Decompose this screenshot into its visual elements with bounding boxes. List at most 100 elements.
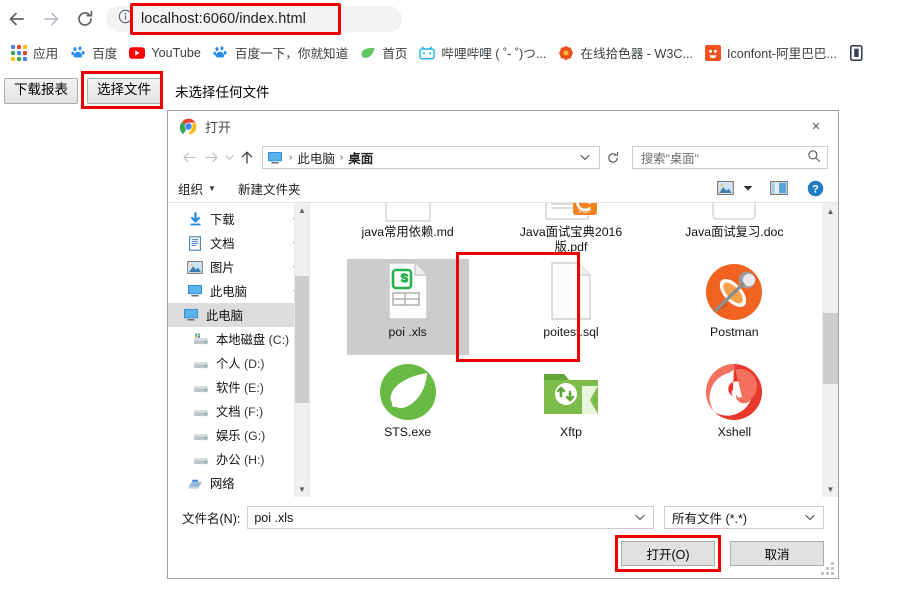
- view-icon[interactable]: [712, 177, 738, 199]
- drive-letter: (H:): [244, 453, 265, 467]
- bookmark-iconfont[interactable]: Iconfont-阿里巴巴...: [699, 41, 843, 65]
- address-bar[interactable]: localhost:6060/index.html: [106, 5, 402, 32]
- bookmark-label: YouTube: [151, 45, 201, 60]
- breadcrumb[interactable]: › 此电脑 › 桌面: [262, 146, 600, 169]
- network-icon: [186, 475, 204, 491]
- back-button[interactable]: [0, 2, 34, 36]
- bookmark-baidu[interactable]: 百度: [64, 41, 123, 65]
- file-item-pdf[interactable]: PDF Java面试宝典2016版.pdf: [489, 203, 652, 257]
- tree-item-drive-g[interactable]: 娱乐 (G:): [168, 423, 309, 447]
- doc-file-icon: [703, 203, 765, 223]
- preview-pane-icon[interactable]: [766, 177, 792, 199]
- file-item-postman[interactable]: Postman: [653, 257, 816, 357]
- breadcrumb-part-this-pc[interactable]: 此电脑: [295, 148, 337, 167]
- reload-button[interactable]: [68, 2, 102, 36]
- bookmark-overflow[interactable]: [843, 41, 871, 65]
- bookmark-apps[interactable]: 应用: [5, 41, 64, 65]
- tree-item-network[interactable]: 网络: [168, 471, 309, 495]
- tree-item-label: 软件 (E:): [216, 378, 264, 396]
- file-item-doc[interactable]: Java面试复习.doc: [653, 203, 816, 257]
- file-item-xftp[interactable]: Xftp: [489, 357, 652, 457]
- scroll-up-icon[interactable]: ▲: [827, 203, 835, 219]
- file-scroll-track[interactable]: [822, 219, 838, 481]
- scroll-down-icon[interactable]: ▼: [298, 482, 306, 497]
- xls-file-icon: [377, 261, 439, 323]
- bookmark-baidu-search[interactable]: 百度一下，你就知道: [207, 41, 354, 65]
- breadcrumb-separator: ›: [289, 152, 293, 163]
- file-type-value: 所有文件 (*.*): [672, 512, 748, 526]
- drive-name: 文档: [216, 405, 241, 419]
- tree-item-this-pc-quick[interactable]: 此电脑: [168, 279, 309, 303]
- tree-scroll-thumb[interactable]: [294, 276, 309, 403]
- file-list-scrollbar[interactable]: ▲ ▼: [822, 203, 838, 497]
- dialog-back-icon[interactable]: [178, 146, 200, 170]
- tree-item-label: 本地磁盘 (C:): [216, 330, 289, 348]
- file-item-sts[interactable]: STS.exe: [326, 357, 489, 457]
- bookmark-youtube[interactable]: YouTube: [123, 41, 207, 65]
- drive-name: 办公: [216, 453, 241, 467]
- up-one-level-icon[interactable]: [236, 146, 258, 170]
- file-name: poi .xls: [388, 325, 427, 339]
- scroll-up-icon[interactable]: ▲: [298, 203, 306, 218]
- tree-item-this-pc[interactable]: 此电脑: [168, 303, 309, 327]
- breadcrumb-separator: ›: [339, 152, 344, 163]
- bookmark-label: 百度一下，你就知道: [234, 47, 349, 61]
- upload-form: 下载报表 选择文件 未选择任何文件: [4, 71, 270, 109]
- tree-item-drive-f[interactable]: 文档 (F:): [168, 399, 309, 423]
- tree-item-drive-c[interactable]: 本地磁盘 (C:): [168, 327, 309, 351]
- tree-item-drive-h[interactable]: 办公 (H:): [168, 447, 309, 471]
- help-icon[interactable]: ?: [802, 177, 828, 199]
- choose-file-button[interactable]: 选择文件: [87, 78, 161, 104]
- dialog-forward-icon[interactable]: [200, 146, 222, 170]
- drive-name: 本地磁盘: [216, 333, 266, 347]
- file-item-sql[interactable]: poitest.sql: [489, 257, 652, 357]
- open-button[interactable]: 打开(O): [621, 541, 715, 566]
- pictures-icon: [186, 259, 204, 275]
- file-item-xls[interactable]: poi .xls: [326, 257, 489, 357]
- forward-button[interactable]: [34, 2, 68, 36]
- close-icon[interactable]: ×: [794, 111, 838, 141]
- tree-item-pictures[interactable]: 图片: [168, 255, 309, 279]
- scroll-down-icon[interactable]: ▼: [827, 481, 835, 497]
- tree-item-drive-e[interactable]: 软件 (E:): [168, 375, 309, 399]
- file-type-filter[interactable]: 所有文件 (*.*): [664, 506, 824, 529]
- youtube-icon: [129, 45, 146, 61]
- new-folder-button[interactable]: 新建文件夹: [238, 179, 301, 198]
- drive-name: 软件: [216, 381, 241, 395]
- bookmark-color-picker[interactable]: 在线拾色器 - W3C...: [552, 41, 699, 65]
- download-report-button[interactable]: 下载报表: [4, 78, 78, 104]
- file-name: STS.exe: [384, 425, 432, 439]
- tree-items: 下载 文档 图片 此电脑 此电脑 本地磁盘 (C:) 个人 (D:) 软件 (E…: [168, 203, 309, 495]
- file-input-group: 选择文件: [81, 71, 163, 109]
- file-item-md[interactable]: java常用依赖.md: [326, 203, 489, 257]
- chevron-down-icon[interactable]: [574, 152, 596, 164]
- tree-scrollbar[interactable]: ▲ ▼: [294, 203, 309, 497]
- xftp-icon: [540, 361, 602, 423]
- tree-item-drive-d[interactable]: 个人 (D:): [168, 351, 309, 375]
- organize-menu[interactable]: 组织 ▼: [178, 179, 216, 198]
- drive-letter: (E:): [244, 381, 264, 395]
- tree-scroll-track[interactable]: [294, 218, 309, 482]
- filename-input[interactable]: poi .xls: [247, 506, 654, 529]
- resize-grip[interactable]: [821, 562, 834, 575]
- tree-item-downloads[interactable]: 下载: [168, 207, 309, 231]
- search-input[interactable]: 搜索"桌面": [632, 146, 828, 169]
- file-item-xshell[interactable]: Xshell: [653, 357, 816, 457]
- organize-label: 组织: [178, 182, 204, 197]
- color-picker-icon: [558, 45, 574, 61]
- refresh-icon[interactable]: [602, 146, 624, 169]
- search-icon: [807, 149, 821, 166]
- chevron-down-icon[interactable]: [629, 512, 651, 524]
- bookmark-label: 首页: [382, 47, 408, 61]
- breadcrumb-part-desktop[interactable]: 桌面: [346, 148, 375, 167]
- bookmark-homepage[interactable]: 首页: [354, 41, 413, 65]
- view-dropdown-icon[interactable]: [738, 177, 758, 199]
- file-scroll-thumb[interactable]: [822, 313, 838, 385]
- bookmark-bilibili[interactable]: 哔哩哔哩 ( ˚- ˚)つ...: [413, 41, 552, 65]
- tree-item-label: 文档: [210, 237, 235, 251]
- drive-icon: [192, 403, 210, 419]
- recent-locations-icon[interactable]: [222, 146, 236, 170]
- chevron-down-icon[interactable]: [799, 512, 821, 524]
- tree-item-documents[interactable]: 文档: [168, 231, 309, 255]
- cancel-button[interactable]: 取消: [730, 541, 824, 566]
